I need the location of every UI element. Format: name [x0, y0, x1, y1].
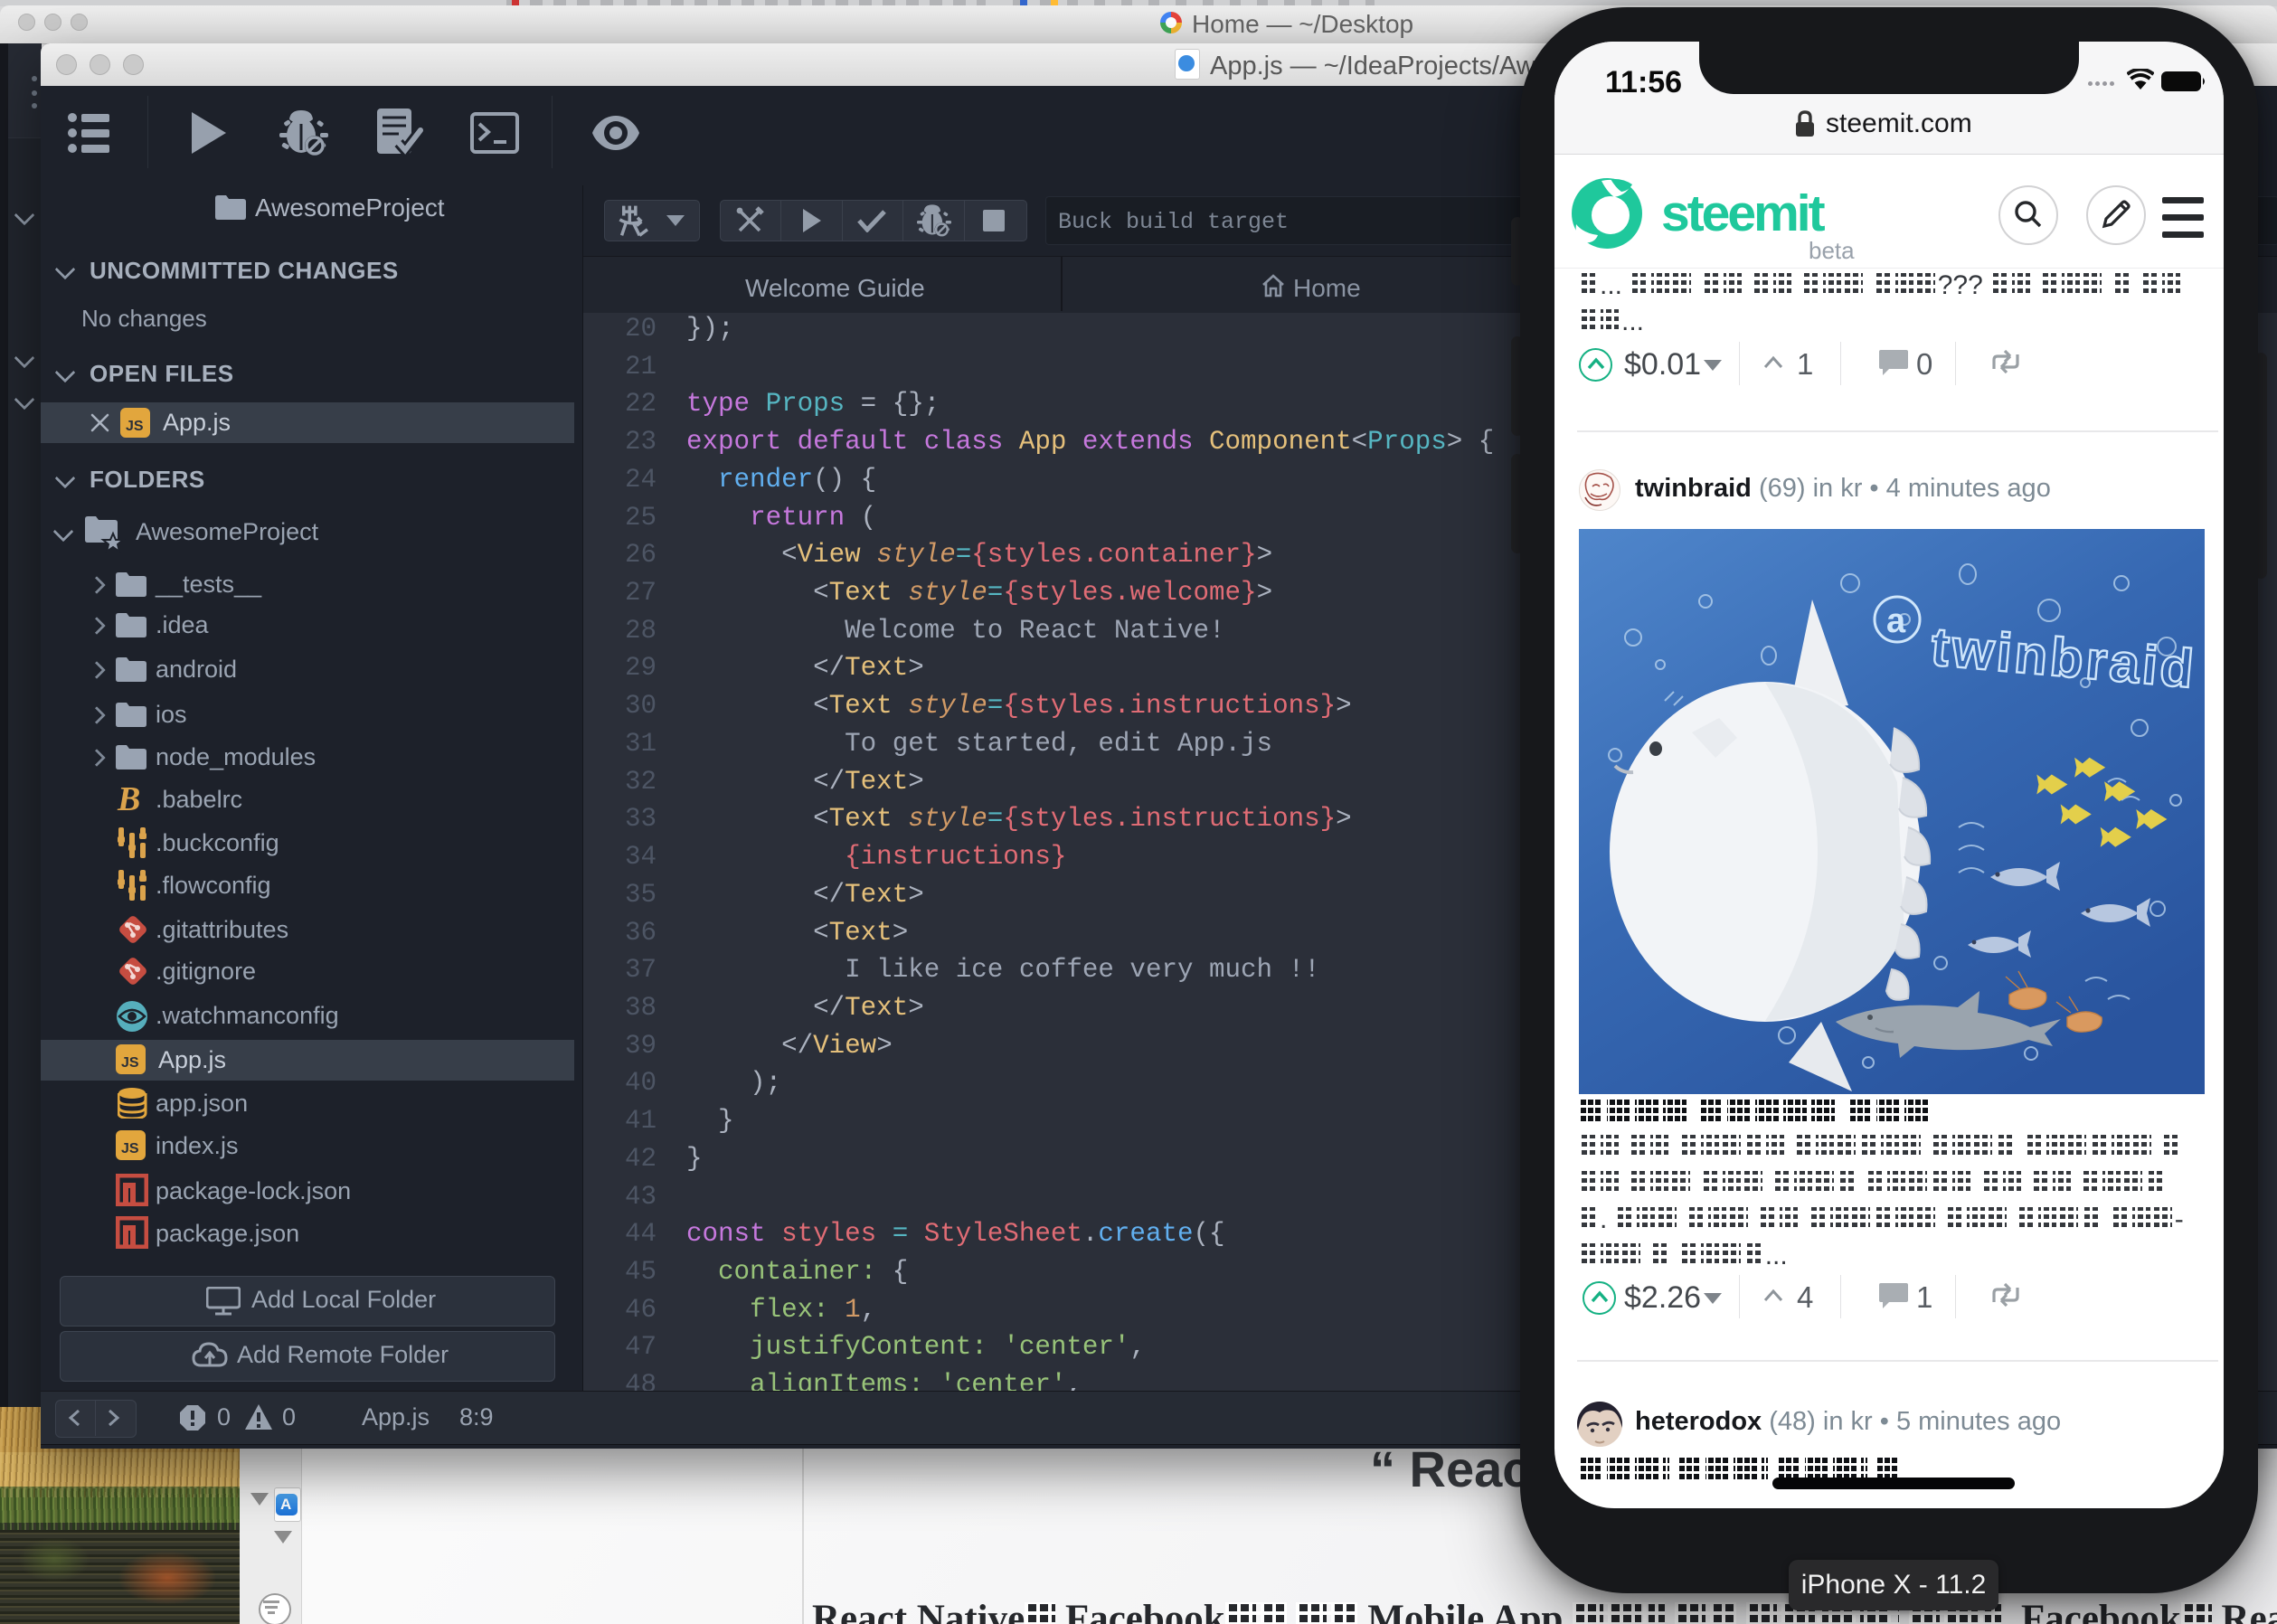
svg-text:a: a [1886, 602, 1906, 640]
